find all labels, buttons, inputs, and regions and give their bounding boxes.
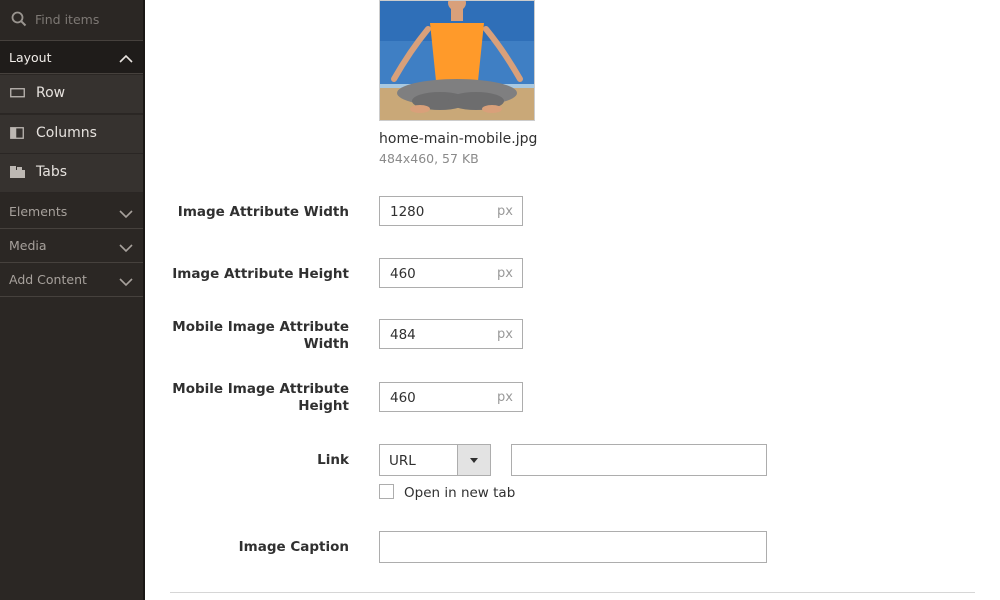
- image-caption-label: Image Caption: [238, 539, 349, 555]
- sidebar-item-row[interactable]: Row: [0, 75, 143, 114]
- caret-down-icon: [470, 458, 478, 463]
- section-divider: [170, 592, 975, 593]
- link-url-input[interactable]: [511, 444, 767, 476]
- link-type-select[interactable]: URL: [379, 444, 491, 476]
- chevron-down-icon: [119, 241, 133, 256]
- mobile-width-label: Mobile Image Attribute Width: [172, 319, 349, 352]
- image-thumbnail[interactable]: [379, 0, 535, 121]
- search-input[interactable]: Find items: [35, 12, 99, 27]
- add-content-section-label: Add Content: [9, 272, 87, 287]
- mobile-height-field[interactable]: 460 px: [379, 382, 523, 412]
- image-meta: 484x460, 57 KB: [379, 151, 479, 166]
- sidebar-item-label: Row: [36, 85, 66, 101]
- image-height-label: Image Attribute Height: [172, 266, 349, 282]
- image-width-value: 1280: [390, 204, 425, 220]
- columns-icon: [10, 127, 24, 143]
- search-icon: [11, 11, 27, 31]
- sidebar-item-tabs[interactable]: Tabs: [0, 154, 143, 193]
- sidebar-divider: [143, 0, 145, 600]
- mobile-height-label: Mobile Image Attribute Height: [172, 381, 349, 414]
- image-height-field[interactable]: 460 px: [379, 258, 523, 288]
- row-icon: [10, 87, 25, 103]
- image-filename: home-main-mobile.jpg: [379, 131, 538, 147]
- unit-label: px: [497, 204, 513, 219]
- chevron-up-icon: [119, 51, 133, 66]
- link-label: Link: [317, 452, 349, 468]
- unit-label: px: [497, 327, 513, 342]
- unit-label: px: [497, 266, 513, 281]
- media-section-label: Media: [9, 238, 47, 253]
- image-width-label: Image Attribute Width: [177, 204, 349, 220]
- layout-section-header[interactable]: Layout: [0, 41, 143, 74]
- open-new-tab-checkbox[interactable]: [379, 484, 394, 499]
- link-type-value: URL: [389, 453, 416, 469]
- sidebar-item-columns[interactable]: Columns: [0, 115, 143, 154]
- image-caption-input[interactable]: [379, 531, 767, 563]
- unit-label: px: [497, 390, 513, 405]
- open-new-tab-label[interactable]: Open in new tab: [404, 485, 515, 501]
- sidebar-item-label: Tabs: [36, 164, 67, 180]
- image-height-value: 460: [390, 266, 416, 282]
- tabs-icon: [10, 166, 25, 182]
- mobile-height-value: 460: [390, 390, 416, 406]
- layout-section-label: Layout: [9, 50, 52, 65]
- add-content-section-header[interactable]: Add Content: [0, 263, 143, 297]
- chevron-down-icon: [119, 207, 133, 222]
- media-section-header[interactable]: Media: [0, 229, 143, 263]
- sidebar: Find items Layout Row Columns Tabs Eleme…: [0, 0, 143, 600]
- elements-section-header[interactable]: Elements: [0, 195, 143, 229]
- mobile-width-field[interactable]: 484 px: [379, 319, 523, 349]
- chevron-down-icon: [119, 275, 133, 290]
- sidebar-item-label: Columns: [36, 125, 97, 141]
- elements-section-label: Elements: [9, 204, 68, 219]
- dropdown-button[interactable]: [457, 445, 490, 475]
- search-bar[interactable]: Find items: [0, 0, 143, 41]
- image-width-field[interactable]: 1280 px: [379, 196, 523, 226]
- mobile-width-value: 484: [390, 327, 416, 343]
